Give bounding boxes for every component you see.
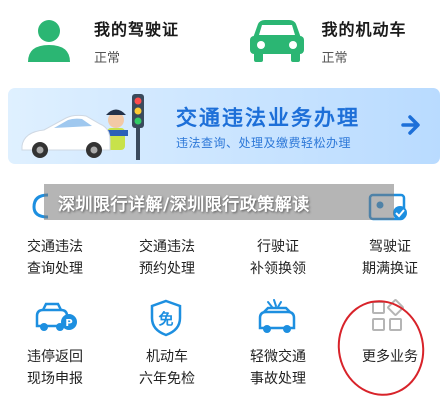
headline-text: 深圳限行详解/深圳限行政策解读	[58, 195, 310, 215]
grid-label-line1: 违停返回	[27, 349, 83, 365]
grid-label-line1: 轻微交通	[250, 349, 306, 365]
top-cards: 我的驾驶证 正常 我的机动车 正常	[0, 0, 447, 82]
police-car-illustration	[21, 94, 144, 160]
traffic-violation-banner[interactable]: 交通违法业务办理 违法查询、处理及缴费轻松办理	[8, 88, 440, 164]
grid-item-six-year-exempt[interactable]: 机动车 六年免检	[117, 346, 217, 390]
grid-label-line2: 现场申报	[27, 371, 83, 387]
exempt-badge-text: 免	[158, 310, 173, 328]
grid-label-line2: 六年免检	[139, 371, 195, 387]
red-annotation-circle	[328, 292, 434, 404]
exempt-badge-icon[interactable]: 免	[143, 298, 189, 338]
grid-label-line2: 期满换证	[362, 261, 418, 277]
grid-label-line1: 行驶证	[257, 239, 299, 255]
grid-item-violation-appointment[interactable]: 交通违法 预约处理	[117, 236, 217, 280]
my-license-title: 我的驾驶证	[94, 20, 180, 39]
grid-item-violation-query[interactable]: 交通违法 查询处理	[5, 236, 105, 280]
grid-item-driving-permit-reissue[interactable]: 行驶证 补领换领	[228, 236, 328, 280]
grid-label-line1: 交通违法	[139, 239, 195, 255]
grid-label-line2: 事故处理	[250, 371, 306, 387]
grid-item-parking-report[interactable]: 违停返回 现场申报	[5, 346, 105, 390]
grid-label-line2: 预约处理	[139, 261, 195, 277]
car-accident-icon[interactable]	[254, 298, 300, 338]
grid-label-line1: 交通违法	[27, 239, 83, 255]
parking-car-icon[interactable]: P	[31, 298, 77, 338]
article-headline-overlay: 深圳限行详解/深圳限行政策解读	[44, 184, 394, 220]
my-vehicle-status: 正常	[321, 51, 348, 66]
grid-label-line2: 补领换领	[250, 261, 306, 277]
grid-label-line1: 机动车	[146, 349, 188, 365]
grid-label-line2: 查询处理	[27, 261, 83, 277]
grid-label-line1: 驾驶证	[369, 239, 411, 255]
chevron-right-icon	[401, 115, 420, 135]
my-license-status: 正常	[94, 51, 121, 66]
my-vehicle-title: 我的机动车	[321, 20, 407, 39]
svg-text:P: P	[65, 318, 72, 329]
my-license-card[interactable]: 我的驾驶证 正常	[0, 0, 224, 82]
banner-title: 交通违法业务办理	[176, 106, 360, 130]
grid-item-minor-accident[interactable]: 轻微交通 事故处理	[228, 346, 328, 390]
user-icon	[18, 15, 80, 67]
car-icon	[246, 15, 308, 67]
my-vehicle-card[interactable]: 我的机动车 正常	[224, 0, 447, 82]
banner-subtitle: 违法查询、处理及缴费轻松办理	[176, 136, 352, 150]
grid-item-license-renewal[interactable]: 驾驶证 期满换证	[340, 236, 440, 280]
